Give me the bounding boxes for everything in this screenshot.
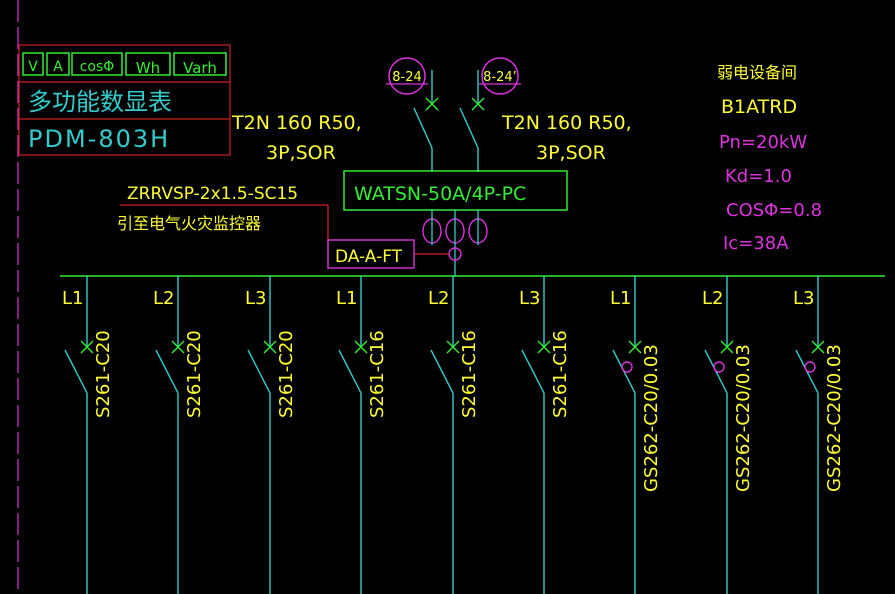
circuit-3: L3 S261-C20 <box>245 276 297 594</box>
incomer-left-switch-blade <box>413 107 433 149</box>
circuit-8: L2 GS262-C20/0.03 <box>702 276 754 594</box>
circuit-switch-blade <box>430 349 454 394</box>
circuit-device-label: S261-C20 <box>93 330 114 418</box>
circuit-4: L1 S261-C16 <box>336 276 388 594</box>
tag-left-label: 8-24 <box>392 70 422 85</box>
incoming-breaker-right <box>459 70 479 172</box>
breaker-right-spec-2: 3P,SOR <box>536 142 606 164</box>
incomer-right-switch-blade <box>459 107 479 149</box>
ats-label: WATSN-50A/4P-PC <box>354 183 526 205</box>
circuit-phase-label: L3 <box>519 288 540 309</box>
tag-right: 8-24’ <box>479 57 521 95</box>
panel-ic: Ic=38A <box>723 233 789 254</box>
circuit-device-label: S261-C16 <box>550 330 571 418</box>
circuit-switch-blade <box>64 349 88 394</box>
meter-model: PDM-803H <box>28 125 170 153</box>
panel-info: 弱电设备间 B1ATRD Pn=20kW Kd=1.0 COSΦ=0.8 Ic=… <box>717 63 822 254</box>
circuit-phase-label: L2 <box>428 288 449 309</box>
circuit-device-label: S261-C20 <box>184 330 205 418</box>
circuit-rcd-marker <box>621 361 633 373</box>
circuit-phase-label: L3 <box>245 288 266 309</box>
panel-name: B1ATRD <box>721 96 797 118</box>
circuit-2: L2 S261-C20 <box>153 276 205 594</box>
panel-cos: COSΦ=0.8 <box>726 200 822 221</box>
circuit-device-label: GS262-C20/0.03 <box>641 344 662 492</box>
panel-kd: Kd=1.0 <box>725 166 792 187</box>
circuit-1: L1 S261-C20 <box>62 276 114 594</box>
circuit-switch-blade <box>338 349 362 394</box>
tag-right-label: 8-24’ <box>483 70 517 85</box>
meter-button-cos-label: cosΦ <box>80 59 115 75</box>
circuit-phase-label: L3 <box>793 288 814 309</box>
breaker-left-spec-2: 3P,SOR <box>266 142 336 164</box>
meter-button-v-label: V <box>28 59 38 75</box>
circuit-switch-blade <box>521 349 545 394</box>
circuit-phase-label: L1 <box>62 288 83 309</box>
circuit-device-label: S261-C16 <box>367 330 388 418</box>
ct-core-lines <box>431 210 479 277</box>
circuit-phase-label: L1 <box>336 288 357 309</box>
multifunction-meter: V A cosΦ Wh Varh 多功能数显表 PDM-803H <box>18 44 231 156</box>
circuit-5: L2 S261-C16 <box>428 276 480 594</box>
fire-monitor-label: DA-A-FT <box>335 247 403 267</box>
circuit-6: L3 S261-C16 <box>519 276 571 594</box>
circuit-phase-label: L2 <box>702 288 723 309</box>
meter-button-a-label: A <box>53 59 63 75</box>
circuit-switch-blade <box>247 349 271 394</box>
panel-room: 弱电设备间 <box>717 63 797 82</box>
circuit-9: L3 GS262-C20/0.03 <box>793 276 845 594</box>
cable-spec: ZRRVSP-2x1.5-SC15 <box>127 184 298 204</box>
meter-button-wh-label: Wh <box>136 59 160 77</box>
circuit-device-label: S261-C20 <box>276 330 297 418</box>
meter-button-varh-label: Varh <box>183 59 217 77</box>
circuit-device-label: S261-C16 <box>459 330 480 418</box>
circuit-switch-blade <box>155 349 179 394</box>
panel-pn: Pn=20kW <box>719 132 807 153</box>
single-line-diagram: V A cosΦ Wh Varh 多功能数显表 PDM-803H 8-24 8-… <box>17 0 885 594</box>
circuit-7: L1 GS262-C20/0.03 <box>610 276 662 594</box>
circuit-phase-label: L1 <box>610 288 631 309</box>
circuit-device-label: GS262-C20/0.03 <box>733 344 754 492</box>
breaker-right-spec-1: T2N 160 R50, <box>501 112 632 134</box>
tag-left: 8-24 <box>386 57 428 95</box>
outgoing-circuits: L1 S261-C20 L2 S261-C20 L3 S261-C20 L1 S261-C16… <box>62 276 845 594</box>
meter-name: 多功能数显表 <box>28 88 172 116</box>
circuit-rcd-marker <box>804 361 816 373</box>
circuit-device-label: GS262-C20/0.03 <box>824 344 845 492</box>
circuit-phase-label: L2 <box>153 288 174 309</box>
cable-label: 引至电气火灾监控器 <box>117 214 261 233</box>
circuit-rcd-marker <box>713 361 725 373</box>
breaker-left-spec-1: T2N 160 R50, <box>231 112 362 134</box>
